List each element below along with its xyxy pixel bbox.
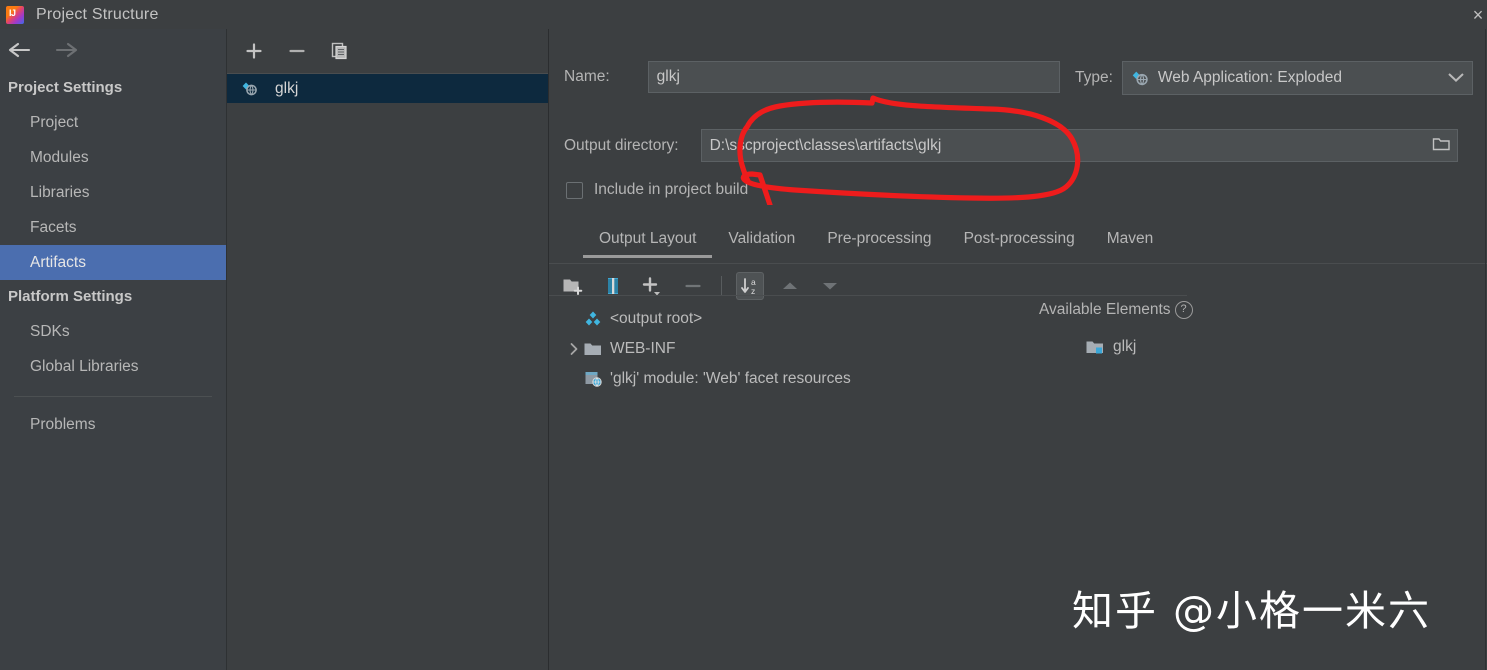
type-select-value: Web Application: Exploded	[1157, 69, 1343, 86]
type-select[interactable]: Web Application: Exploded	[1121, 61, 1473, 95]
remove-artifact-button[interactable]	[284, 38, 310, 64]
tree-row-output-root[interactable]: <output root>	[557, 304, 1037, 334]
chevron-right-icon[interactable]	[565, 342, 583, 356]
output-layout-toolbar: a z	[559, 267, 844, 305]
logo-text: IJ	[9, 7, 16, 18]
tree-row-label: WEB-INF	[610, 340, 676, 357]
sidebar-divider	[14, 396, 212, 397]
toolbar-divider	[549, 295, 1187, 296]
back-arrow-icon[interactable]	[6, 37, 34, 63]
tree-row-web-inf[interactable]: WEB-INF	[557, 334, 1037, 364]
panel-right-border	[1485, 29, 1486, 670]
tab-output-layout[interactable]: Output Layout	[583, 224, 713, 258]
tab-maven[interactable]: Maven	[1091, 224, 1170, 258]
artifact-editor-panel: Name: glkj Type: Web Application: Explod…	[549, 29, 1487, 670]
include-in-project-build-checkbox[interactable]	[566, 181, 583, 199]
tree-row-label: 'glkj' module: 'Web' facet resources	[610, 370, 851, 387]
sidebar-group-platform-settings: Platform Settings	[8, 288, 133, 305]
folder-icon	[583, 341, 603, 358]
name-label: Name:	[564, 68, 610, 85]
available-elements-title: Available Elements	[1039, 301, 1171, 318]
tree-row-label: <output root>	[610, 310, 703, 327]
output-directory-label: Output directory:	[564, 136, 679, 154]
settings-sidebar: Project Settings Project Modules Librari…	[0, 29, 227, 670]
available-elements-header: Available Elements ?	[1039, 297, 1479, 323]
title-bar: IJ Project Structure ×	[0, 0, 1487, 29]
intellij-logo-icon: IJ	[6, 5, 24, 24]
output-directory-input[interactable]: D:\sscproject\classes\artifacts\glkj	[700, 129, 1458, 162]
folder-browse-icon[interactable]	[1432, 135, 1451, 157]
sidebar-item-artifacts[interactable]: Artifacts	[0, 245, 226, 280]
sidebar-item-sdks[interactable]: SDKs	[0, 314, 226, 349]
tab-post-processing[interactable]: Post-processing	[948, 224, 1091, 258]
include-in-project-build-label: Include in project build	[594, 181, 749, 198]
tree-row-web-facet-resources[interactable]: 'glkj' module: 'Web' facet resources	[557, 364, 1037, 394]
toolbar-separator	[721, 276, 722, 296]
watermark-text: 知乎 @小格一米六	[1072, 587, 1432, 635]
artifact-list-item-label: glkj	[275, 79, 299, 97]
navigation-arrows	[0, 29, 226, 71]
sidebar-item-global-libraries[interactable]: Global Libraries	[0, 349, 226, 384]
web-facet-icon	[583, 370, 603, 388]
help-icon[interactable]: ?	[1174, 301, 1193, 319]
artifact-icon	[240, 80, 260, 98]
sidebar-group-project-settings: Project Settings	[8, 79, 123, 96]
artifact-list-item-glkj[interactable]: glkj	[227, 74, 548, 103]
project-structure-dialog: IJ Project Structure × Project Settings …	[0, 0, 1487, 670]
window-title: Project Structure	[36, 5, 159, 23]
available-element-item-glkj[interactable]: glkj	[1085, 338, 1479, 356]
include-in-project-build-row[interactable]: Include in project build	[566, 181, 748, 199]
forward-arrow-icon	[52, 37, 80, 63]
module-folder-icon	[1085, 339, 1105, 356]
tab-validation[interactable]: Validation	[712, 224, 811, 258]
close-icon[interactable]: ×	[1463, 2, 1487, 28]
type-row: Type: Web Application: Exploded	[1075, 61, 1473, 95]
sidebar-item-problems[interactable]: Problems	[0, 407, 226, 442]
artifact-tabs: Output Layout Validation Pre-processing …	[549, 224, 1487, 264]
copy-artifact-icon[interactable]	[327, 38, 353, 64]
artifacts-toolbar	[227, 29, 548, 74]
name-input[interactable]: glkj	[647, 61, 1060, 93]
name-input-value: glkj	[656, 68, 680, 85]
available-elements-panel: Available Elements ? glkj	[1039, 297, 1479, 356]
artifacts-list-panel: glkj	[227, 29, 549, 670]
sidebar-item-libraries[interactable]: Libraries	[0, 175, 226, 210]
add-artifact-button[interactable]	[241, 38, 267, 64]
tab-pre-processing[interactable]: Pre-processing	[811, 224, 947, 258]
chevron-down-icon	[1448, 69, 1464, 87]
tabs-divider	[549, 263, 1487, 264]
name-row: Name: glkj	[564, 61, 1060, 93]
artifact-icon	[583, 310, 603, 328]
output-directory-value: D:\sscproject\classes\artifacts\glkj	[709, 136, 942, 154]
available-element-label: glkj	[1113, 338, 1137, 355]
sidebar-item-project[interactable]: Project	[0, 105, 226, 140]
type-label: Type:	[1075, 69, 1113, 86]
sidebar-item-modules[interactable]: Modules	[0, 140, 226, 175]
output-directory-row: Output directory: D:\sscproject\classes\…	[564, 129, 1487, 162]
output-layout-tree: <output root> WEB-INF 'glkj' module: 'We…	[557, 304, 1037, 394]
artifact-type-icon	[1131, 69, 1150, 88]
sidebar-item-facets[interactable]: Facets	[0, 210, 226, 245]
